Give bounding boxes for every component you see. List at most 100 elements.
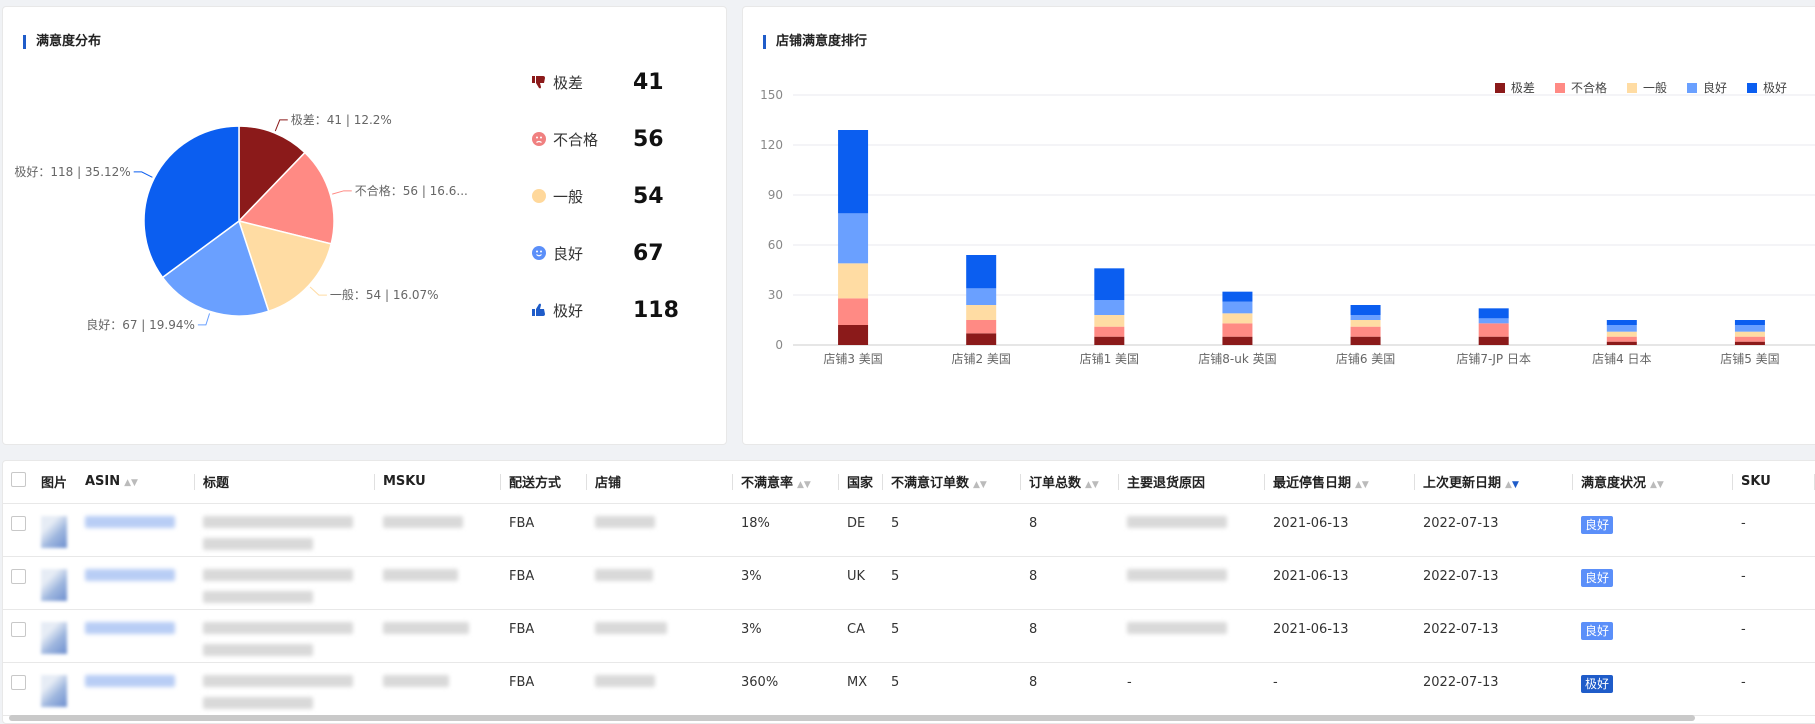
row-checkbox[interactable]	[11, 621, 26, 637]
sort-icon[interactable]: ▲▼	[1650, 480, 1664, 490]
total-order-count: 8	[1029, 674, 1038, 690]
bar-segment-7-3[interactable]	[1734, 325, 1765, 332]
msku-value	[383, 674, 449, 687]
bar-segment-2-3[interactable]	[1094, 300, 1125, 315]
bar-segment-1-4[interactable]	[966, 255, 997, 289]
summary-item-4: 极好 118	[531, 295, 679, 325]
bar-segment-4-4[interactable]	[1350, 305, 1381, 315]
table-cell: 5	[883, 556, 1021, 610]
bar-segment-5-4[interactable]	[1478, 308, 1509, 319]
table-row[interactable]: FBA 360% MX 5 8 - - 2022-07-13 极好 -	[3, 662, 1815, 716]
select-all-checkbox[interactable]	[11, 472, 26, 488]
table-cell: FBA	[501, 503, 587, 557]
column-header-6[interactable]: 不满意率 ▲▼	[733, 461, 839, 504]
product-thumbnail[interactable]	[41, 515, 67, 548]
bar-segment-3-1[interactable]	[1222, 323, 1253, 337]
bar-segment-3-4[interactable]	[1222, 291, 1253, 302]
bar-segment-2-1[interactable]	[1094, 326, 1125, 337]
row-checkbox[interactable]	[11, 515, 26, 531]
column-header-9[interactable]: 订单总数 ▲▼	[1021, 461, 1119, 504]
table-cell: 2022-07-13	[1415, 662, 1573, 716]
table-row[interactable]: FBA 18% DE 5 8 2021-06-13 2022-07-13 良好 -	[3, 503, 1815, 557]
summary-label: 极好	[553, 301, 584, 320]
bar-segment-4-3[interactable]	[1350, 315, 1381, 320]
bar-segment-7-2[interactable]	[1734, 331, 1765, 337]
pie-slice-label-3: 良好：67 | 19.94%	[86, 317, 195, 332]
bar-segment-6-0[interactable]	[1606, 341, 1637, 345]
bar-segment-0-3[interactable]	[838, 213, 869, 264]
asin-link[interactable]	[85, 621, 175, 634]
bar-segment-6-3[interactable]	[1606, 325, 1637, 332]
store-name	[595, 515, 655, 528]
bar-segment-0-2[interactable]	[838, 263, 869, 299]
table-cell: -	[1733, 662, 1815, 716]
bar-segment-1-1[interactable]	[966, 320, 997, 334]
table-cell: 2022-07-13	[1415, 503, 1573, 557]
bar-segment-7-4[interactable]	[1734, 320, 1765, 325]
bar-segment-7-0[interactable]	[1734, 341, 1765, 345]
bar-segment-5-0[interactable]	[1478, 336, 1509, 345]
table-cell: FBA	[501, 556, 587, 610]
bar-segment-7-1[interactable]	[1734, 336, 1765, 342]
product-thumbnail[interactable]	[41, 674, 67, 707]
table-cell	[77, 662, 195, 716]
pie-leader-line-2	[309, 286, 327, 296]
bar-segment-1-3[interactable]	[966, 288, 997, 305]
sort-icon[interactable]: ▲▼	[124, 478, 138, 488]
sort-icon[interactable]: ▲▼	[973, 480, 987, 490]
asin-link[interactable]	[85, 674, 175, 687]
bar-segment-4-1[interactable]	[1350, 326, 1381, 337]
table-cell	[195, 556, 375, 610]
sort-icon[interactable]: ▲▼	[1355, 480, 1369, 490]
bar-segment-3-3[interactable]	[1222, 301, 1253, 314]
bar-segment-6-2[interactable]	[1606, 331, 1637, 337]
bar-segment-0-4[interactable]	[838, 130, 869, 214]
sort-icon[interactable]: ▲▼	[1085, 480, 1099, 490]
sort-icon[interactable]: ▲▼	[797, 480, 811, 490]
table-cell: -	[1733, 503, 1815, 557]
table-row[interactable]: FBA 3% UK 5 8 2021-06-13 2022-07-13 良好 -	[3, 556, 1815, 610]
bar-segment-0-1[interactable]	[838, 298, 869, 325]
table-cell: -	[1119, 662, 1265, 716]
column-header-12[interactable]: 上次更新日期 ▲▼	[1415, 461, 1573, 504]
column-header-11[interactable]: 最近停售日期 ▲▼	[1265, 461, 1415, 504]
column-header-label: MSKU	[383, 474, 426, 490]
bar-segment-4-0[interactable]	[1350, 336, 1381, 345]
bar-segment-0-0[interactable]	[838, 325, 869, 345]
horizontal-scrollbar[interactable]	[9, 715, 1695, 721]
sort-icon[interactable]: ▲▼	[1505, 480, 1519, 490]
pie-leader-line-1	[332, 190, 352, 195]
x-tick-label-7: 店铺5 美国	[1720, 352, 1779, 366]
column-header-8[interactable]: 不满意订单数 ▲▼	[883, 461, 1021, 504]
bar-segment-1-0[interactable]	[966, 333, 997, 345]
product-thumbnail[interactable]	[41, 568, 67, 601]
table-cell: -	[1733, 556, 1815, 610]
bar-segment-6-1[interactable]	[1606, 336, 1637, 342]
summary-value: 54	[633, 183, 664, 209]
column-header-13[interactable]: 满意度状况 ▲▼	[1573, 461, 1733, 504]
bar-segment-4-2[interactable]	[1350, 320, 1381, 327]
column-header-label: 不满意率	[741, 476, 794, 492]
table-row[interactable]: FBA 3% CA 5 8 2021-06-13 2022-07-13 良好 -	[3, 609, 1815, 663]
asin-link[interactable]	[85, 515, 175, 528]
bar-segment-6-4[interactable]	[1606, 320, 1637, 325]
dissatisfied-order-count: 5	[891, 674, 900, 690]
pie-leader-line-0	[274, 119, 288, 132]
bar-segment-3-2[interactable]	[1222, 313, 1253, 324]
summary-label: 良好	[553, 244, 584, 263]
column-header-1[interactable]: ASIN ▲▼	[77, 461, 195, 504]
bar-segment-3-0[interactable]	[1222, 336, 1253, 345]
row-checkbox[interactable]	[11, 674, 26, 690]
row-checkbox[interactable]	[11, 568, 26, 584]
bar-segment-5-3[interactable]	[1478, 318, 1509, 324]
product-thumbnail[interactable]	[41, 621, 67, 654]
bar-segment-2-4[interactable]	[1094, 268, 1125, 300]
country-code: MX	[847, 674, 868, 690]
bar-segment-1-2[interactable]	[966, 305, 997, 320]
bar-segment-2-0[interactable]	[1094, 336, 1125, 345]
bar-segment-5-1[interactable]	[1478, 323, 1509, 337]
thumbs-up-icon	[531, 302, 547, 318]
table-cell: 5	[883, 662, 1021, 716]
asin-link[interactable]	[85, 568, 175, 581]
bar-segment-2-2[interactable]	[1094, 315, 1125, 327]
